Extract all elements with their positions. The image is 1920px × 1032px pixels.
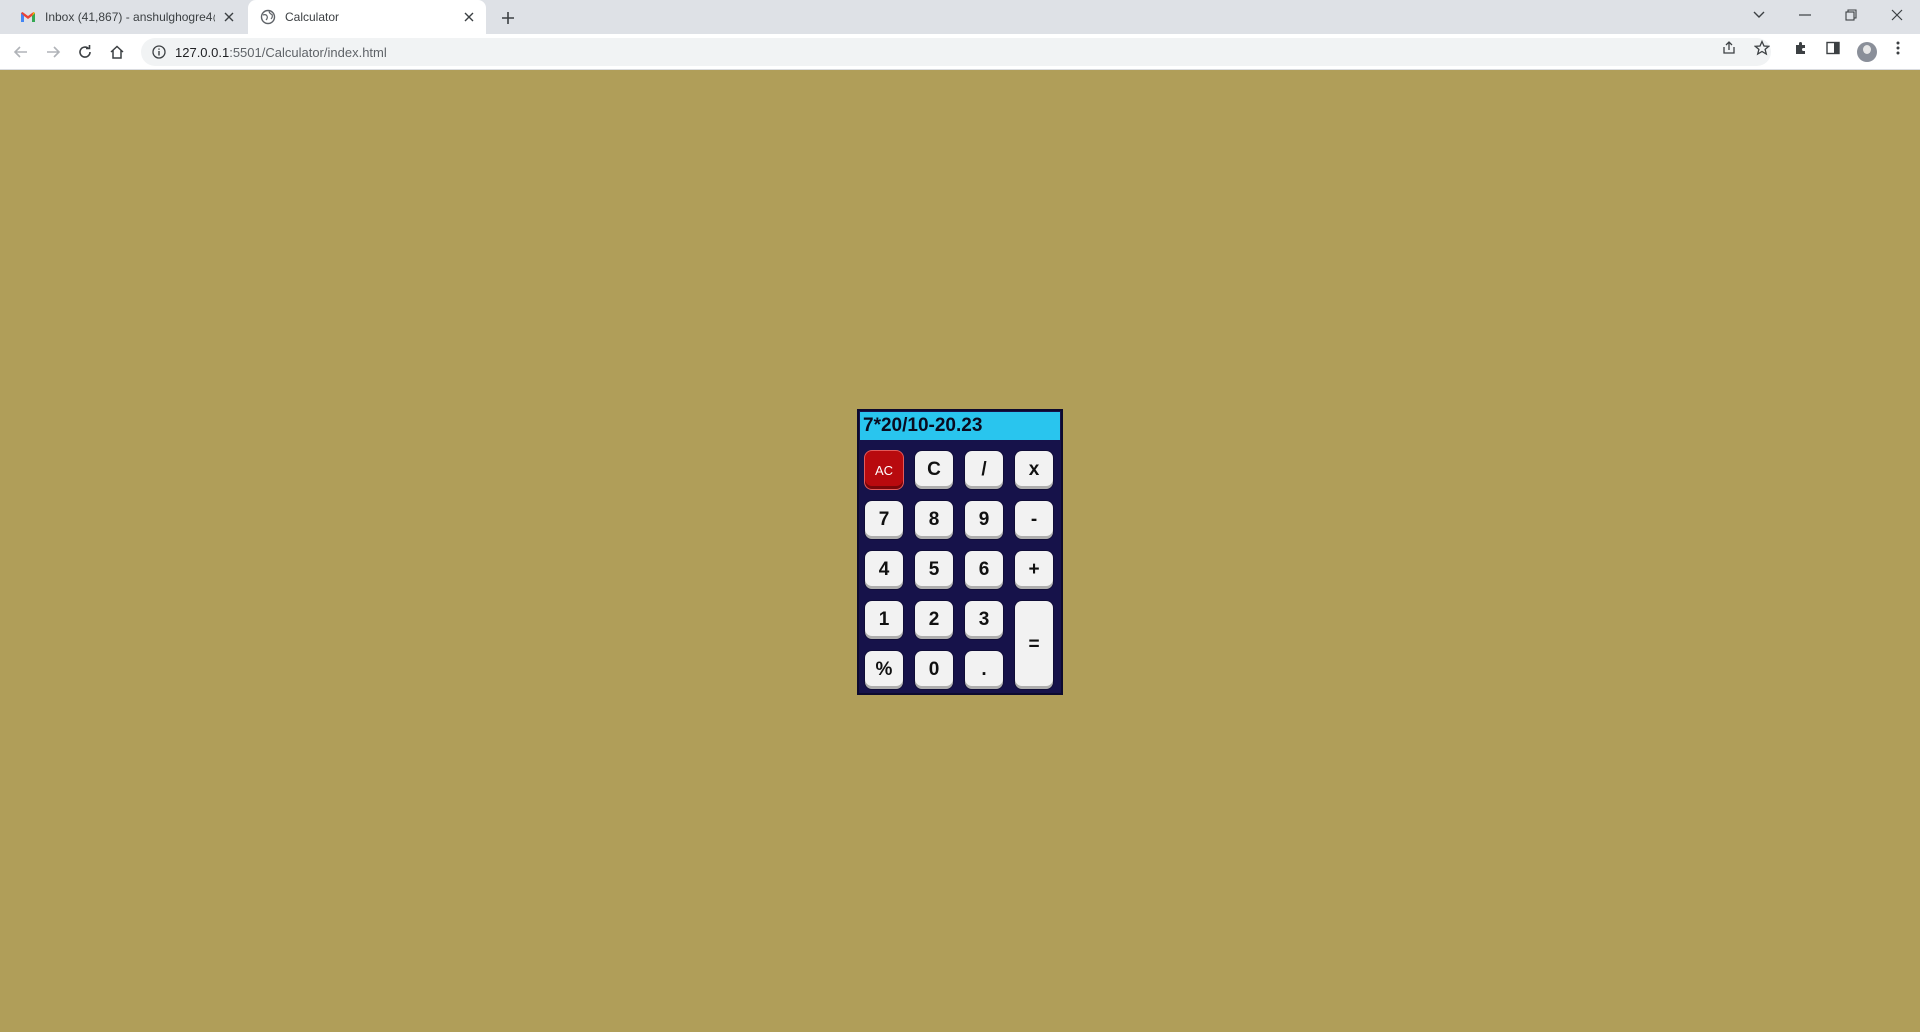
browser-tab-strip: Inbox (41,867) - anshulghogre4@ Calculat… — [0, 0, 1920, 34]
digit-8-button[interactable]: 8 — [915, 501, 953, 539]
profile-avatar[interactable] — [1857, 42, 1877, 62]
back-button[interactable] — [9, 40, 33, 64]
all-clear-button[interactable]: AC — [865, 451, 903, 489]
digit-7-button[interactable]: 7 — [865, 501, 903, 539]
tab-calculator[interactable]: Calculator — [248, 0, 486, 34]
percent-button[interactable]: % — [865, 651, 903, 689]
minimize-icon — [1799, 14, 1811, 16]
arrow-right-icon — [47, 46, 61, 58]
tab-gmail-inbox[interactable]: Inbox (41,867) - anshulghogre4@ — [8, 0, 246, 34]
multiply-button[interactable]: x — [1015, 451, 1053, 489]
bookmark-star-icon[interactable] — [1754, 40, 1770, 56]
url-host: 127.0.0.1 — [175, 44, 230, 60]
equals-button[interactable]: = — [1015, 601, 1053, 689]
forward-button[interactable] — [41, 40, 65, 64]
url-path: :5501/Calculator/index.html — [229, 44, 387, 60]
tab-search-button[interactable] — [1736, 0, 1782, 30]
close-icon — [1891, 9, 1903, 21]
digit-0-button[interactable]: 0 — [915, 651, 953, 689]
minimize-button[interactable] — [1782, 0, 1828, 30]
new-tab-button[interactable] — [497, 7, 519, 29]
chevron-down-icon — [1753, 11, 1765, 18]
digit-9-button[interactable]: 9 — [965, 501, 1003, 539]
divide-button[interactable]: / — [965, 451, 1003, 489]
kebab-menu-icon[interactable] — [1890, 40, 1906, 56]
arrow-left-icon — [13, 46, 27, 58]
globe-icon — [260, 9, 276, 25]
restore-icon — [1845, 9, 1857, 21]
close-icon[interactable] — [222, 10, 236, 24]
restore-button[interactable] — [1828, 0, 1874, 30]
gmail-icon — [21, 12, 35, 22]
reload-icon — [79, 45, 91, 58]
plus-icon — [502, 12, 514, 24]
digit-2-button[interactable]: 2 — [915, 601, 953, 639]
plus-button[interactable]: + — [1015, 551, 1053, 589]
digit-6-button[interactable]: 6 — [965, 551, 1003, 589]
url-text[interactable]: 127.0.0.1:5501/Calculator/index.html — [175, 45, 387, 60]
digit-1-button[interactable]: 1 — [865, 601, 903, 639]
close-icon[interactable] — [462, 10, 476, 24]
reload-button[interactable] — [73, 40, 97, 64]
digit-3-button[interactable]: 3 — [965, 601, 1003, 639]
tab-title: Inbox (41,867) - anshulghogre4@ — [45, 10, 215, 24]
home-button[interactable] — [105, 40, 129, 64]
clear-button[interactable]: C — [915, 451, 953, 489]
calculator-display[interactable] — [860, 412, 1060, 440]
close-window-button[interactable] — [1874, 0, 1920, 30]
tab-title: Calculator — [285, 10, 340, 24]
extensions-icon[interactable] — [1793, 40, 1809, 56]
info-icon[interactable] — [151, 44, 167, 60]
decimal-point-button[interactable]: . — [965, 651, 1003, 689]
calculator: AC C / x 7 8 9 - 4 5 6 + 1 2 3 = % 0 . — [857, 409, 1063, 695]
share-icon[interactable] — [1721, 40, 1737, 56]
home-icon — [110, 45, 124, 59]
digit-4-button[interactable]: 4 — [865, 551, 903, 589]
address-bar[interactable]: 127.0.0.1:5501/Calculator/index.html — [141, 38, 1771, 66]
side-panel-icon[interactable] — [1825, 40, 1841, 56]
browser-toolbar: 127.0.0.1:5501/Calculator/index.html — [0, 34, 1920, 70]
page-viewport: AC C / x 7 8 9 - 4 5 6 + 1 2 3 = % 0 . — [0, 70, 1920, 1032]
digit-5-button[interactable]: 5 — [915, 551, 953, 589]
minus-button[interactable]: - — [1015, 501, 1053, 539]
